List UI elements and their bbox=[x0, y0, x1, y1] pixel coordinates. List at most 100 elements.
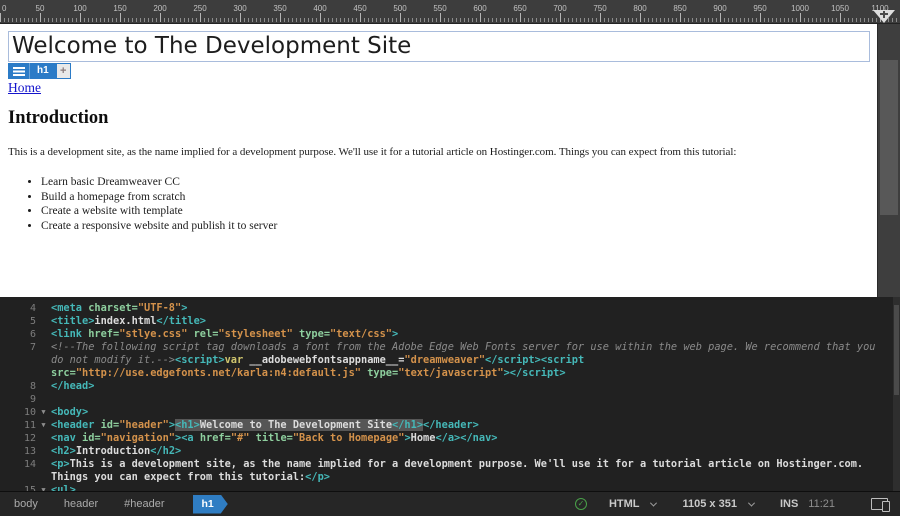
doctype-label: HTML bbox=[609, 498, 640, 510]
line-number: 14 bbox=[0, 458, 36, 484]
code-view[interactable]: 4<meta charset="UTF-8">5 <title>index.htm… bbox=[0, 297, 900, 491]
code-scrollbar-track[interactable] bbox=[893, 297, 900, 491]
tag-selector-path: body header #header bbox=[14, 498, 191, 510]
line-number: 13 bbox=[0, 445, 36, 458]
code-text bbox=[51, 393, 900, 406]
ruler-label: 300 bbox=[233, 4, 246, 13]
code-fold-icon[interactable]: ▼ bbox=[36, 419, 51, 432]
line-number: 11 bbox=[0, 419, 36, 432]
code-text: <meta charset="UTF-8"> bbox=[51, 302, 900, 315]
list-item[interactable]: Learn basic Dreamweaver CC bbox=[41, 175, 868, 190]
code-line[interactable]: 8 </head> bbox=[0, 380, 900, 393]
intro-heading[interactable]: Introduction bbox=[8, 108, 108, 129]
line-number: 10 bbox=[0, 406, 36, 419]
code-fold-icon[interactable]: ▼ bbox=[36, 406, 51, 419]
code-text: <h2>Introduction</h2> bbox=[51, 445, 900, 458]
code-line[interactable]: 13 <h2>Introduction</h2> bbox=[0, 445, 900, 458]
ruler-label: 250 bbox=[193, 4, 206, 13]
code-fold-spacer bbox=[36, 341, 51, 380]
page-title: Welcome to The Development Site bbox=[12, 33, 411, 59]
ruler-label: 1000 bbox=[791, 4, 809, 13]
code-line[interactable]: 9 bbox=[0, 393, 900, 406]
tag-selector-item[interactable]: header bbox=[64, 498, 98, 510]
feature-list: Learn basic Dreamweaver CCBuild a homepa… bbox=[8, 175, 868, 233]
line-number: 8 bbox=[0, 380, 36, 393]
code-text: <title>index.html</title> bbox=[51, 315, 900, 328]
code-scrollbar-thumb[interactable] bbox=[894, 305, 899, 395]
code-line[interactable]: 6 <link href="stlye.css" rel="stylesheet"… bbox=[0, 328, 900, 341]
list-item[interactable]: Create a website with template bbox=[41, 204, 868, 219]
list-item[interactable]: Build a homepage from scratch bbox=[41, 190, 868, 205]
element-display: h1 + bbox=[8, 63, 71, 79]
tag-selector-item[interactable]: body bbox=[14, 498, 38, 510]
line-number: 6 bbox=[0, 328, 36, 341]
code-fold-spacer bbox=[36, 380, 51, 393]
code-text: <p>This is a development site, as the na… bbox=[51, 458, 900, 484]
ruler-label: 500 bbox=[393, 4, 406, 13]
code-text: </head> bbox=[51, 380, 900, 393]
horizontal-ruler[interactable]: 0501001502002503003504004505005506006507… bbox=[0, 0, 900, 24]
ruler-label: 350 bbox=[273, 4, 286, 13]
selected-h1-element[interactable]: Welcome to The Development Site bbox=[8, 31, 870, 62]
line-number: 5 bbox=[0, 315, 36, 328]
element-tag-badge[interactable]: h1 bbox=[29, 63, 56, 79]
code-fold-spacer bbox=[36, 328, 51, 341]
code-fold-icon[interactable]: ▼ bbox=[36, 484, 51, 491]
code-fold-spacer bbox=[36, 445, 51, 458]
doctype-selector[interactable]: HTML bbox=[609, 498, 657, 510]
ruler-label: 800 bbox=[633, 4, 646, 13]
ruler-major-ticks bbox=[0, 13, 900, 22]
code-line[interactable]: 4<meta charset="UTF-8"> bbox=[0, 302, 900, 315]
status-bar: body header #header h1 ✓ HTML 1105 x 351 I… bbox=[0, 491, 900, 516]
line-number: 7 bbox=[0, 341, 36, 380]
home-link[interactable]: Home bbox=[8, 80, 41, 96]
code-text: <body> bbox=[51, 406, 900, 419]
code-line[interactable]: 10▼<body> bbox=[0, 406, 900, 419]
insert-mode-indicator: INS bbox=[780, 498, 798, 510]
ruler-label: 450 bbox=[353, 4, 366, 13]
active-tag-badge[interactable]: h1 bbox=[193, 495, 228, 514]
ruler-label: 600 bbox=[473, 4, 486, 13]
realtime-preview-icon[interactable] bbox=[871, 498, 888, 510]
ruler-label: 850 bbox=[673, 4, 686, 13]
window-size-label: 1105 x 351 bbox=[682, 498, 736, 510]
plus-icon[interactable]: + bbox=[56, 63, 71, 79]
design-scrollbar-track[interactable] bbox=[877, 24, 900, 297]
code-fold-spacer bbox=[36, 458, 51, 484]
chevron-down-icon bbox=[650, 499, 657, 506]
code-fold-spacer bbox=[36, 432, 51, 445]
ruler-label: 900 bbox=[713, 4, 726, 13]
ruler-label: 50 bbox=[36, 4, 45, 13]
code-fold-spacer bbox=[36, 302, 51, 315]
hamburger-icon[interactable] bbox=[8, 63, 29, 79]
list-item[interactable]: Create a responsive website and publish … bbox=[41, 219, 868, 234]
code-lines: 4<meta charset="UTF-8">5 <title>index.htm… bbox=[0, 302, 900, 491]
code-line[interactable]: 7<!--The following script tag downloads … bbox=[0, 341, 900, 380]
code-line[interactable]: 12<nav id="navigation"><a href="#" title… bbox=[0, 432, 900, 445]
code-line[interactable]: 14 <p>This is a development site, as the … bbox=[0, 458, 900, 484]
chevron-down-icon bbox=[748, 499, 755, 506]
tag-selector-item[interactable]: #header bbox=[124, 498, 164, 510]
ruler-label: 200 bbox=[153, 4, 166, 13]
code-line[interactable]: 5 <title>index.html</title> bbox=[0, 315, 900, 328]
ruler-position-marker-icon[interactable] bbox=[873, 10, 895, 23]
design-view[interactable]: Welcome to The Development Site h1 + Hom… bbox=[0, 24, 877, 297]
status-bar-right: ✓ HTML 1105 x 351 INS 11:21 bbox=[575, 498, 888, 510]
ruler-label: 400 bbox=[313, 4, 326, 13]
code-line[interactable]: 15▼<ul> bbox=[0, 484, 900, 491]
line-number: 15 bbox=[0, 484, 36, 491]
ruler-label: 550 bbox=[433, 4, 446, 13]
ruler-label: 1050 bbox=[831, 4, 849, 13]
window-size-selector[interactable]: 1105 x 351 bbox=[682, 498, 753, 510]
lint-ok-icon[interactable]: ✓ bbox=[575, 498, 587, 510]
ruler-label: 950 bbox=[753, 4, 766, 13]
ruler-label: 650 bbox=[513, 4, 526, 13]
line-number: 12 bbox=[0, 432, 36, 445]
ruler-label: 750 bbox=[593, 4, 606, 13]
intro-paragraph[interactable]: This is a development site, as the name … bbox=[8, 146, 877, 158]
code-line[interactable]: 11▼<header id="header"><h1>Welcome to Th… bbox=[0, 419, 900, 432]
design-scrollbar-thumb[interactable] bbox=[880, 60, 898, 215]
dreamweaver-split-view: 0501001502002503003504004505005506006507… bbox=[0, 0, 900, 516]
code-text: <link href="stlye.css" rel="stylesheet" … bbox=[51, 328, 900, 341]
code-text: <header id="header"><h1>Welcome to The D… bbox=[51, 419, 900, 432]
